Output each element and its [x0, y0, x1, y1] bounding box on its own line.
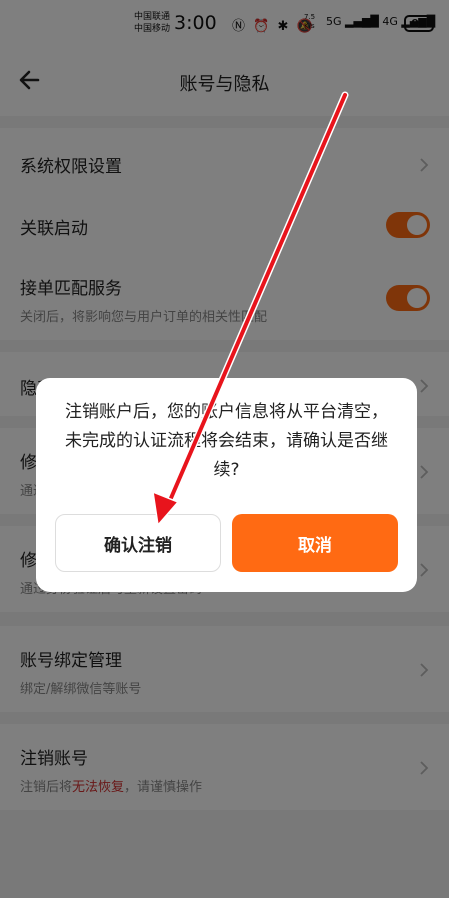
- confirm-dialog: 注销账户后，您的账户信息将从平台清空，未完成的认证流程将会结束，请确认是否继续?…: [36, 378, 417, 592]
- confirm-cancel-account-button[interactable]: 确认注销: [55, 514, 221, 572]
- cancel-button[interactable]: 取消: [232, 514, 398, 572]
- dialog-message: 注销账户后，您的账户信息将从平台清空，未完成的认证流程将会结束，请确认是否继续?: [65, 402, 388, 480]
